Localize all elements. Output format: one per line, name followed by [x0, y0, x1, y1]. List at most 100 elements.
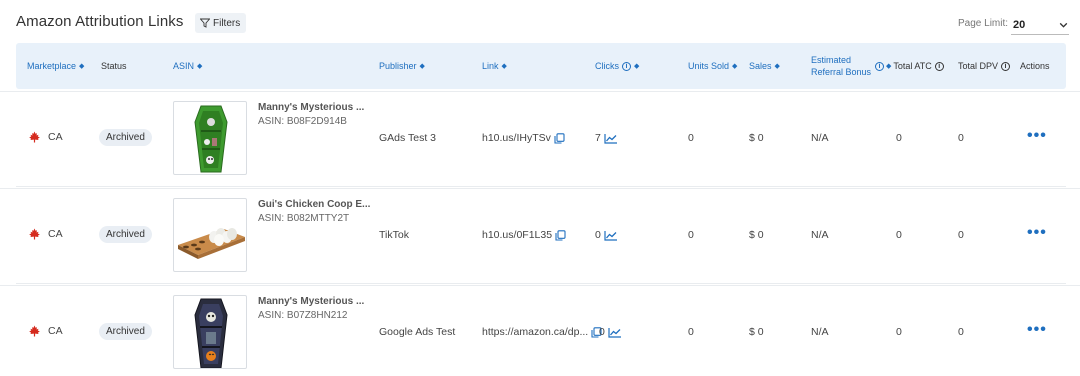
- status-badge: Archived: [99, 226, 152, 243]
- canada-flag-icon: [29, 131, 40, 143]
- page-limit-select[interactable]: 20: [1011, 15, 1069, 35]
- sort-icon: ◆: [419, 63, 425, 70]
- referral-bonus-cell: N/A: [811, 132, 829, 144]
- column-clicks[interactable]: Clicks i ◆: [595, 43, 639, 89]
- product-asin: ASIN: B07Z8HN212: [258, 310, 348, 321]
- total-atc-cell: 0: [896, 229, 902, 241]
- product-asin: ASIN: B082MTTY2T: [258, 213, 350, 224]
- column-total-atc[interactable]: i ◆ Total ATC i: [875, 43, 944, 89]
- column-clicks-label: Clicks: [595, 61, 619, 71]
- marketplace-cell: CA: [28, 325, 63, 337]
- column-marketplace[interactable]: Marketplace ◆: [27, 43, 84, 89]
- total-dpv-cell: 0: [958, 326, 964, 338]
- marketplace-label: CA: [48, 228, 63, 240]
- page-limit-value: 20: [1013, 18, 1026, 31]
- total-atc-cell: 0: [896, 132, 902, 144]
- egg-tray-image: [178, 228, 245, 259]
- filters-button[interactable]: Filters: [195, 13, 247, 33]
- column-total-dpv: Total DPV i: [958, 43, 1011, 89]
- total-dpv-cell: 0: [958, 132, 964, 144]
- trend-chart-icon[interactable]: [604, 230, 618, 241]
- more-actions-icon[interactable]: •••: [1027, 224, 1047, 242]
- coffin-shelf-green-image: [194, 105, 228, 173]
- column-total-dpv-label: Total DPV: [958, 61, 999, 71]
- more-actions-icon[interactable]: •••: [1027, 321, 1047, 339]
- column-sales-label: Sales: [749, 61, 772, 71]
- status-badge: Archived: [99, 129, 152, 146]
- status-badge: Archived: [99, 323, 152, 340]
- product-image[interactable]: [173, 198, 247, 272]
- clicks-cell: 0: [599, 326, 622, 338]
- info-icon[interactable]: i: [875, 61, 884, 71]
- column-link-label: Link: [482, 61, 499, 71]
- column-estimated-label-2: Referral Bonus: [811, 67, 872, 77]
- column-sales[interactable]: Sales ◆: [749, 43, 780, 89]
- link-text[interactable]: h10.us/0F1L35: [482, 229, 552, 241]
- column-link[interactable]: Link ◆: [482, 43, 507, 89]
- column-units-sold-label: Units Sold: [688, 61, 730, 71]
- column-publisher-label: Publisher: [379, 61, 417, 71]
- product-asin: ASIN: B08F2D914B: [258, 116, 347, 127]
- publisher-cell: Google Ads Test: [379, 326, 456, 338]
- table-row: CA Archived Gui's Chicken Coop E... ASIN…: [0, 188, 1080, 284]
- clicks-cell: 0: [595, 229, 618, 241]
- sort-icon: ◆: [732, 63, 738, 70]
- clicks-value: 0: [599, 326, 605, 338]
- link-cell: h10.us/0F1L35: [482, 229, 566, 241]
- marketplace-label: CA: [48, 325, 63, 337]
- marketplace-cell: CA: [28, 131, 63, 143]
- filters-label: Filters: [213, 17, 241, 29]
- trend-chart-icon[interactable]: [604, 133, 618, 144]
- info-icon[interactable]: i: [1001, 61, 1011, 71]
- referral-bonus-cell: N/A: [811, 229, 829, 241]
- publisher-cell: GAds Test 3: [379, 132, 437, 144]
- coffin-shelf-black-image: [194, 298, 228, 368]
- copy-icon[interactable]: [555, 229, 566, 241]
- sort-icon: ◆: [501, 63, 507, 70]
- column-publisher[interactable]: Publisher ◆: [379, 43, 425, 89]
- link-cell: https://amazon.ca/dp...: [482, 326, 602, 338]
- total-dpv-cell: 0: [958, 229, 964, 241]
- referral-bonus-cell: N/A: [811, 326, 829, 338]
- column-actions-label: Actions: [1020, 61, 1050, 71]
- marketplace-label: CA: [48, 131, 63, 143]
- clicks-value: 0: [595, 229, 601, 241]
- status-cell: Archived: [99, 323, 152, 340]
- sort-icon: ◆: [774, 63, 780, 70]
- column-asin[interactable]: ASIN ◆: [173, 43, 202, 89]
- sort-icon: ◆: [886, 63, 892, 70]
- canada-flag-icon: [29, 228, 40, 240]
- clicks-value: 7: [595, 132, 601, 144]
- column-estimated-label-1: Estimated: [811, 55, 852, 65]
- more-actions-icon[interactable]: •••: [1027, 127, 1047, 145]
- sales-cell: $ 0: [749, 326, 764, 338]
- column-status: Status: [101, 43, 127, 89]
- sort-icon: ◆: [634, 63, 640, 70]
- units-sold-cell: 0: [688, 326, 694, 338]
- column-units-sold[interactable]: Units Sold ◆: [688, 43, 737, 89]
- sales-cell: $ 0: [749, 132, 764, 144]
- units-sold-cell: 0: [688, 132, 694, 144]
- link-text[interactable]: https://amazon.ca/dp...: [482, 326, 588, 338]
- trend-chart-icon[interactable]: [608, 327, 622, 338]
- marketplace-cell: CA: [28, 228, 63, 240]
- product-image[interactable]: [173, 101, 247, 175]
- status-cell: Archived: [99, 129, 152, 146]
- sales-cell: $ 0: [749, 229, 764, 241]
- column-actions: Actions: [1020, 43, 1050, 89]
- product-name[interactable]: Manny's Mysterious ...: [258, 102, 364, 113]
- units-sold-cell: 0: [688, 229, 694, 241]
- publisher-cell: TikTok: [379, 229, 409, 241]
- product-image[interactable]: [173, 295, 247, 369]
- info-icon[interactable]: i: [622, 61, 631, 71]
- link-cell: h10.us/IHyTSv: [482, 132, 565, 144]
- info-icon[interactable]: i: [934, 61, 944, 71]
- filter-icon: [200, 18, 210, 28]
- copy-icon[interactable]: [554, 132, 565, 144]
- table-row: CA Archived Manny's Mysterious ... ASIN:…: [0, 285, 1080, 376]
- product-name[interactable]: Gui's Chicken Coop E...: [258, 199, 370, 210]
- product-name[interactable]: Manny's Mysterious ...: [258, 296, 364, 307]
- toolbar: Amazon Attribution Links Filters Page Li…: [0, 0, 1080, 42]
- chevron-down-icon: [1059, 22, 1068, 28]
- link-text[interactable]: h10.us/IHyTSv: [482, 132, 551, 144]
